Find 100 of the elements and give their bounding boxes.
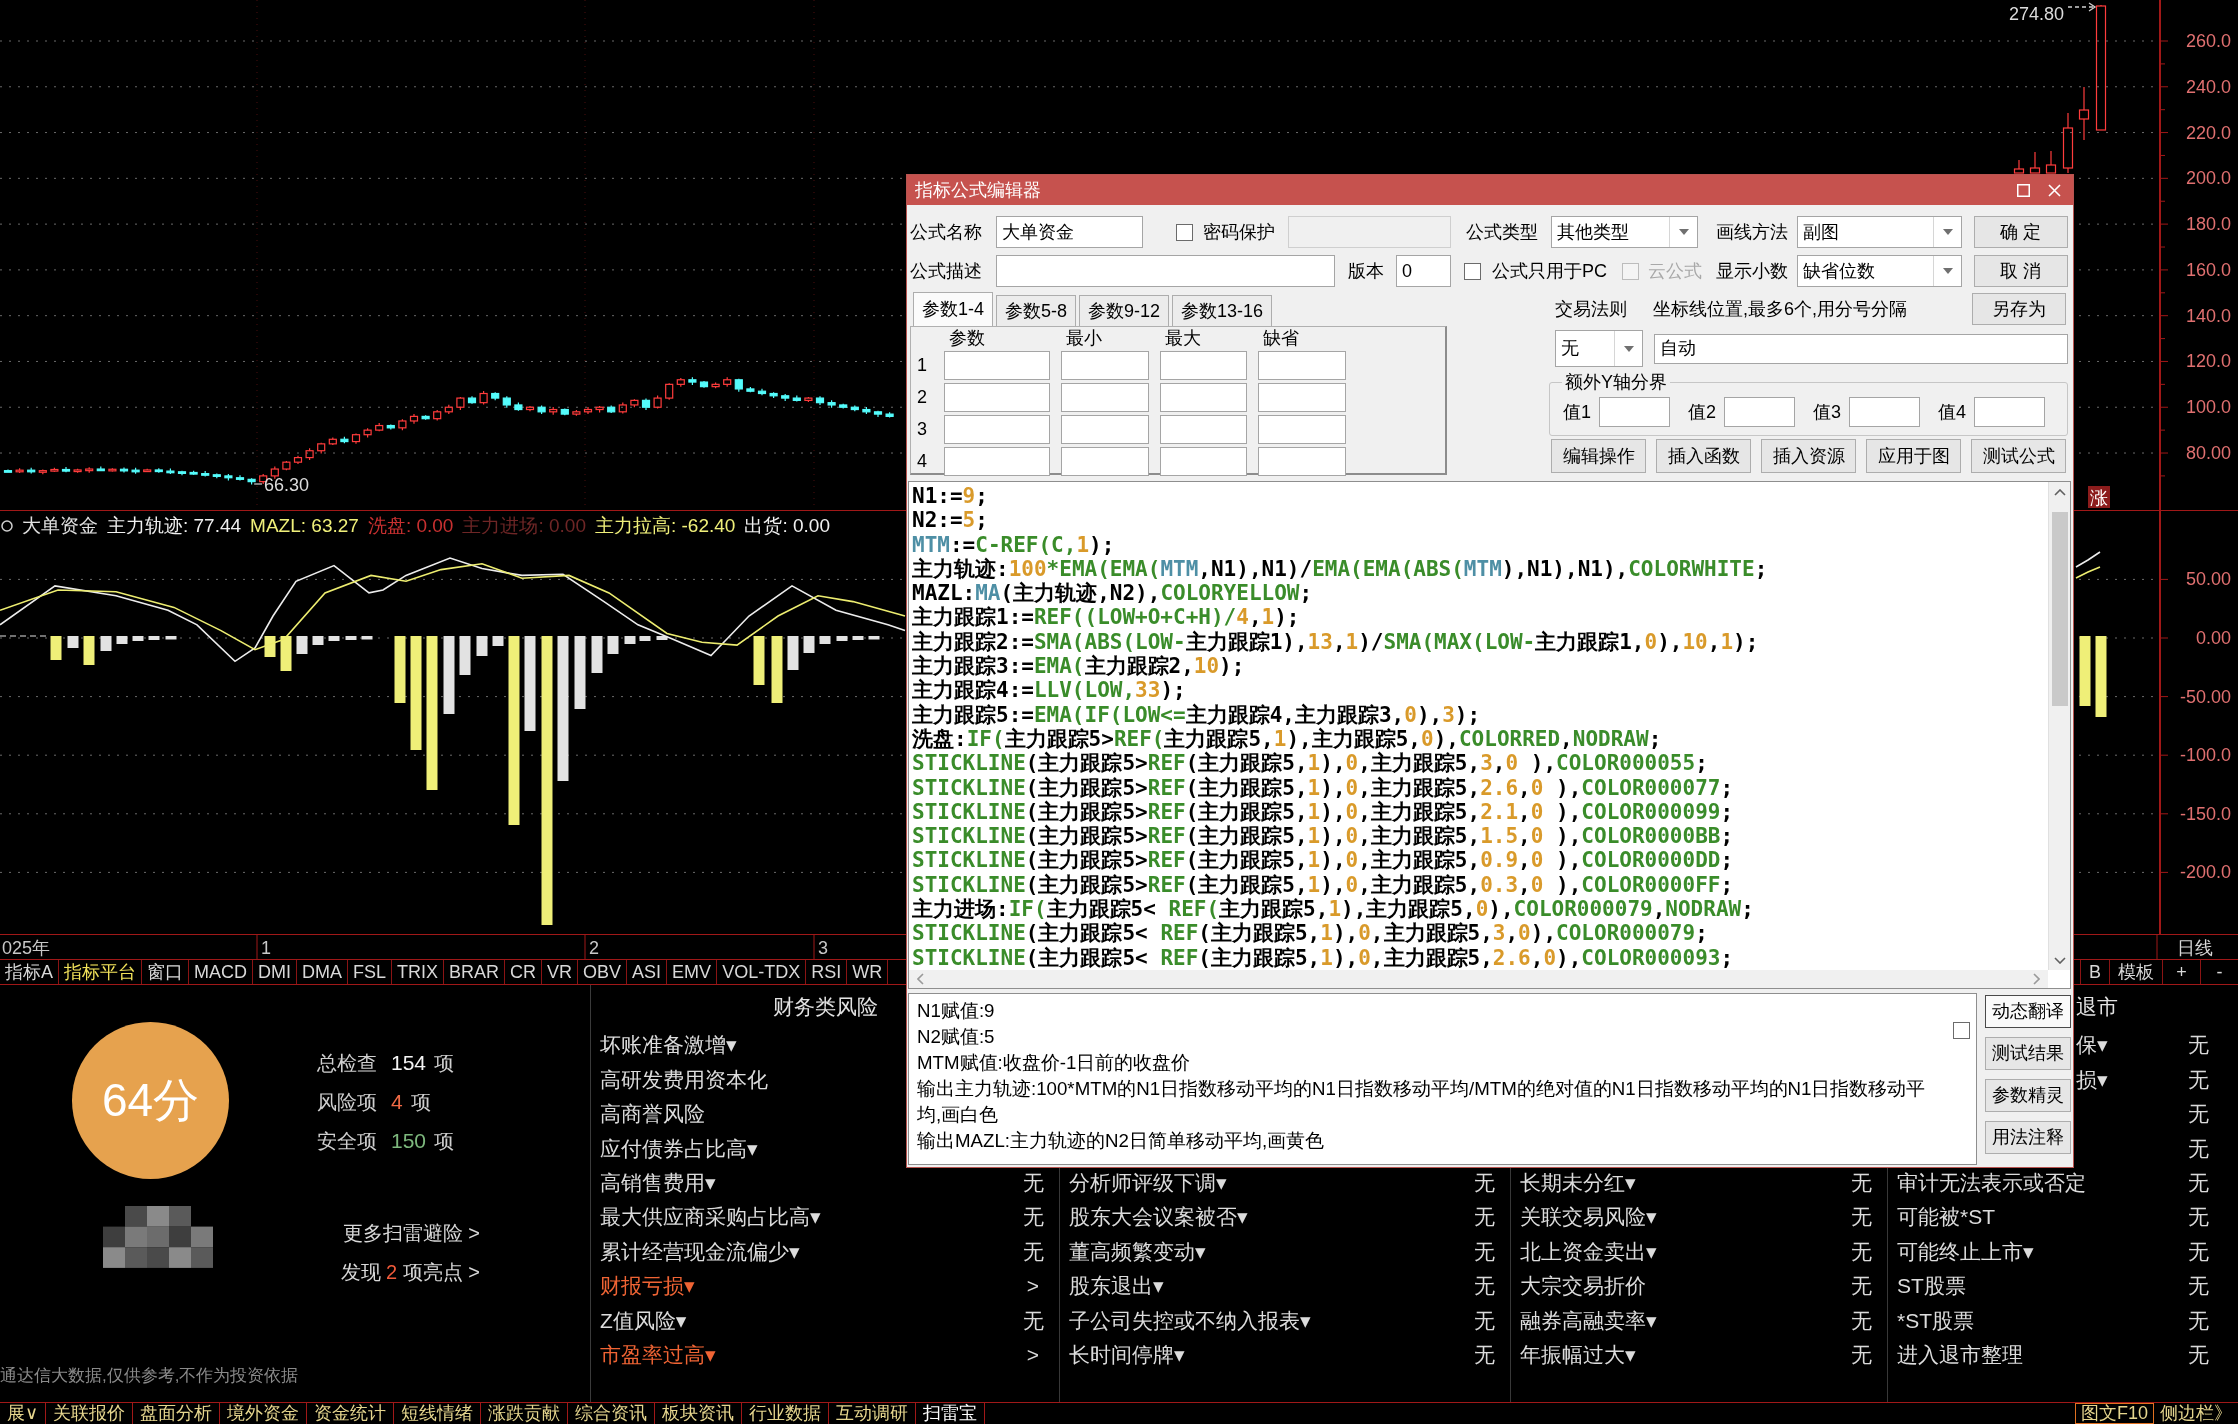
decimals-dropdown[interactable]: 缺省位数 xyxy=(1797,255,1962,287)
bottom-tab[interactable]: 盘面分析 xyxy=(133,1403,221,1424)
bottom-tab[interactable]: 综合资讯 xyxy=(568,1403,656,1424)
risk-item[interactable]: 股东大会议案被否▾ xyxy=(1069,1205,1248,1229)
param-input[interactable] xyxy=(1258,447,1346,476)
risk-item[interactable]: 进入退市整理 xyxy=(1897,1342,2023,1366)
param-input[interactable] xyxy=(944,351,1050,380)
trade-rule-dropdown[interactable]: 无 xyxy=(1555,330,1643,367)
side-button[interactable]: 参数精灵 xyxy=(1985,1079,2071,1112)
value-field[interactable] xyxy=(1724,397,1796,427)
version-field[interactable]: 0 xyxy=(1396,255,1451,287)
horizontal-scrollbar[interactable] xyxy=(909,970,2048,988)
param-input[interactable] xyxy=(1061,415,1149,444)
param-tab[interactable]: 参数13-16 xyxy=(1172,295,1273,326)
param-input[interactable] xyxy=(1061,351,1149,380)
bottom-tab[interactable]: 扫雷宝 xyxy=(916,1403,986,1424)
param-input[interactable] xyxy=(1160,351,1247,380)
risk-item[interactable]: 高销售费用▾ xyxy=(600,1171,716,1194)
risk-item[interactable]: Z值风险▾ xyxy=(600,1308,687,1332)
risk-item[interactable]: *ST股票 xyxy=(1897,1308,1974,1332)
indicator-tab[interactable]: B xyxy=(2080,960,2109,984)
bottom-tab[interactable]: 板块资讯 xyxy=(655,1403,743,1424)
bottom-tab[interactable]: 资金统计 xyxy=(307,1403,395,1424)
risk-item[interactable]: 可能被*ST xyxy=(1897,1205,1995,1229)
status-button[interactable]: 图文F10 xyxy=(2074,1403,2154,1424)
indicator-tab[interactable]: OBV xyxy=(578,960,628,984)
risk-item[interactable]: 损▾ xyxy=(2076,1067,2108,1091)
param-input[interactable] xyxy=(944,415,1050,444)
indicator-tab[interactable]: 窗口 xyxy=(142,960,189,984)
bottom-tab[interactable]: 境外资金 xyxy=(220,1403,308,1424)
chevron-down-icon[interactable] xyxy=(2053,957,2066,964)
param-input[interactable] xyxy=(944,383,1050,412)
risk-item[interactable]: 年振幅过大▾ xyxy=(1520,1342,1636,1366)
risk-item[interactable]: ST股票 xyxy=(1897,1274,1966,1298)
status-button[interactable]: 侧边栏》 xyxy=(2154,1403,2238,1424)
bottom-tab[interactable]: 互动调研 xyxy=(829,1403,917,1424)
password-checkbox[interactable] xyxy=(1176,223,1193,241)
scroll-thumb[interactable] xyxy=(2051,512,2068,706)
indicator-tab[interactable]: FSL xyxy=(348,960,393,984)
dialog-button[interactable]: 确 定 xyxy=(1974,216,2068,248)
indicator-tab[interactable]: TRIX xyxy=(392,960,445,984)
risk-item[interactable]: 关联交易风险▾ xyxy=(1520,1205,1657,1229)
param-tab[interactable]: 参数9-12 xyxy=(1079,295,1170,326)
indicator-tab[interactable]: CR xyxy=(505,960,543,984)
risk-item[interactable]: 高研发费用资本化 xyxy=(600,1067,768,1091)
chevron-left-icon[interactable] xyxy=(917,973,924,985)
risk-item[interactable]: 长期未分红▾ xyxy=(1520,1171,1636,1194)
vertical-scrollbar[interactable] xyxy=(2048,482,2070,970)
indicator-tab[interactable]: BRAR xyxy=(444,960,506,984)
indicator-tab[interactable]: VOL-TDX xyxy=(717,960,807,984)
risk-item[interactable]: 应付债券占比高▾ xyxy=(600,1136,758,1160)
indicator-tab[interactable]: DMI xyxy=(253,960,297,984)
period-label[interactable]: 日线 xyxy=(2177,938,2213,958)
dialog-button[interactable]: 插入函数 xyxy=(1656,439,1751,473)
side-button[interactable]: 动态翻译 xyxy=(1985,995,2071,1028)
value-field[interactable] xyxy=(1974,397,2046,427)
indicator-tab[interactable]: VR xyxy=(542,960,579,984)
risk-item[interactable]: 市盈率过高▾ xyxy=(600,1342,716,1366)
dialog-button[interactable]: 取 消 xyxy=(1974,255,2068,287)
pc-only-checkbox[interactable] xyxy=(1464,262,1481,280)
bottom-tab[interactable]: 涨跌贡献 xyxy=(481,1403,569,1424)
indicator-tab[interactable]: 指标平台 xyxy=(59,960,142,984)
param-input[interactable] xyxy=(1061,383,1149,412)
param-input[interactable] xyxy=(944,447,1050,476)
draw-method-dropdown[interactable]: 副图 xyxy=(1797,216,1962,248)
indicator-tab[interactable]: 模板 xyxy=(2109,960,2162,984)
risk-item[interactable]: 审计无法表示或否定 xyxy=(1897,1171,2086,1194)
password-field[interactable] xyxy=(1288,216,1451,248)
gridline-field[interactable]: 自动 xyxy=(1654,333,2068,364)
indicator-tab[interactable]: RSI xyxy=(806,960,848,984)
highlights-link[interactable]: 发现 2 项亮点 > xyxy=(340,1253,480,1292)
risk-item[interactable]: 股东退出▾ xyxy=(1069,1274,1164,1298)
dialog-button[interactable]: 另存为 xyxy=(1972,293,2066,325)
bottom-tab[interactable]: 短线情绪 xyxy=(394,1403,482,1424)
option-checkbox[interactable] xyxy=(1953,1022,1970,1039)
bottom-tab[interactable]: 行业数据 xyxy=(742,1403,830,1424)
add-button[interactable]: + xyxy=(2162,960,2200,984)
risk-item[interactable]: 高商誉风险 xyxy=(600,1102,705,1126)
param-input[interactable] xyxy=(1160,447,1247,476)
side-button[interactable]: 用法注释 xyxy=(1985,1121,2071,1154)
risk-item[interactable]: 大宗交易折价 xyxy=(1520,1274,1646,1298)
param-input[interactable] xyxy=(1258,415,1346,444)
formula-name-field[interactable]: 大单资金 xyxy=(996,216,1143,248)
param-input[interactable] xyxy=(1258,351,1346,380)
param-tab[interactable]: 参数5-8 xyxy=(996,295,1077,326)
risk-item[interactable]: 融券高融卖率▾ xyxy=(1520,1308,1657,1332)
value-field[interactable] xyxy=(1849,397,1921,427)
risk-item[interactable]: 分析师评级下调▾ xyxy=(1069,1171,1227,1194)
param-input[interactable] xyxy=(1160,415,1247,444)
chevron-right-icon[interactable] xyxy=(2033,973,2040,985)
dialog-button[interactable]: 编辑操作 xyxy=(1551,439,1646,473)
risk-item[interactable]: 财报亏损▾ xyxy=(600,1274,695,1298)
risk-item[interactable]: 保▾ xyxy=(2076,1033,2108,1057)
indicator-tab[interactable]: MACD xyxy=(189,960,253,984)
dialog-button[interactable]: 测试公式 xyxy=(1971,439,2066,473)
risk-item[interactable]: 长时间停牌▾ xyxy=(1069,1342,1185,1366)
param-input[interactable] xyxy=(1258,383,1346,412)
risk-item[interactable]: 子公司失控或不纳入报表▾ xyxy=(1069,1308,1311,1332)
close-icon[interactable] xyxy=(2048,183,2061,197)
maximize-icon[interactable] xyxy=(2017,183,2030,197)
